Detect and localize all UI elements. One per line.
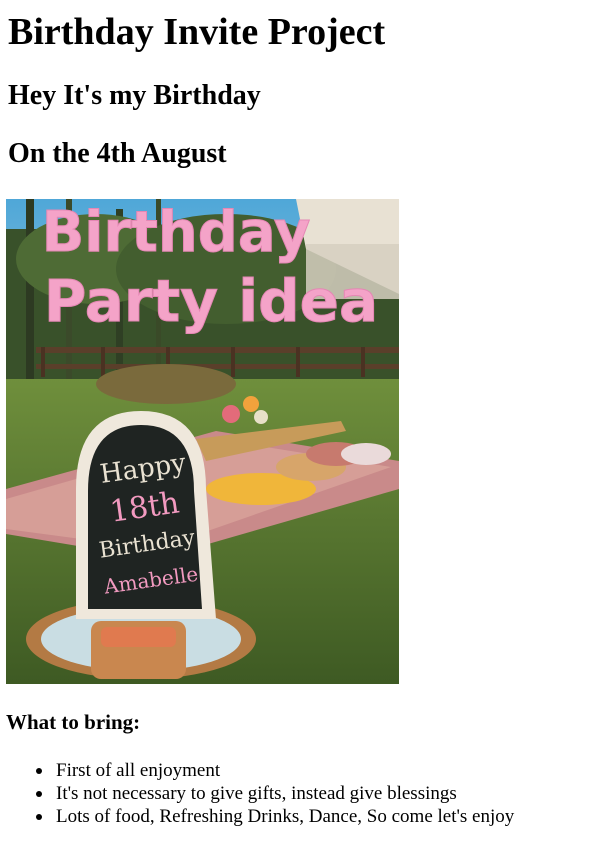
- what-to-bring-heading: What to bring:: [6, 710, 141, 734]
- list-item: First of all enjoyment: [35, 759, 514, 782]
- birthday-greeting: Hey It's my Birthday: [8, 80, 261, 111]
- bring-list: First of all enjoyment It's not necessar…: [16, 759, 514, 828]
- page-title: Birthday Invite Project: [8, 11, 386, 53]
- party-date: On the 4th August: [8, 138, 227, 169]
- overlay-party-idea-text: Party idea: [44, 267, 378, 335]
- list-item: Lots of food, Refreshing Drinks, Dance, …: [35, 806, 515, 827]
- party-photo-illustration: Happy 18th Birthday Amabelle Birthday Pa…: [6, 199, 399, 684]
- page: Birthday Invite Project Hey It's my Birt…: [0, 0, 596, 851]
- birthday-party-photo: Happy 18th Birthday Amabelle Birthday Pa…: [6, 199, 399, 684]
- overlay-birthday-text: Birthday: [42, 200, 311, 265]
- list-item: It's not necessary to give gifts, instea…: [35, 782, 514, 805]
